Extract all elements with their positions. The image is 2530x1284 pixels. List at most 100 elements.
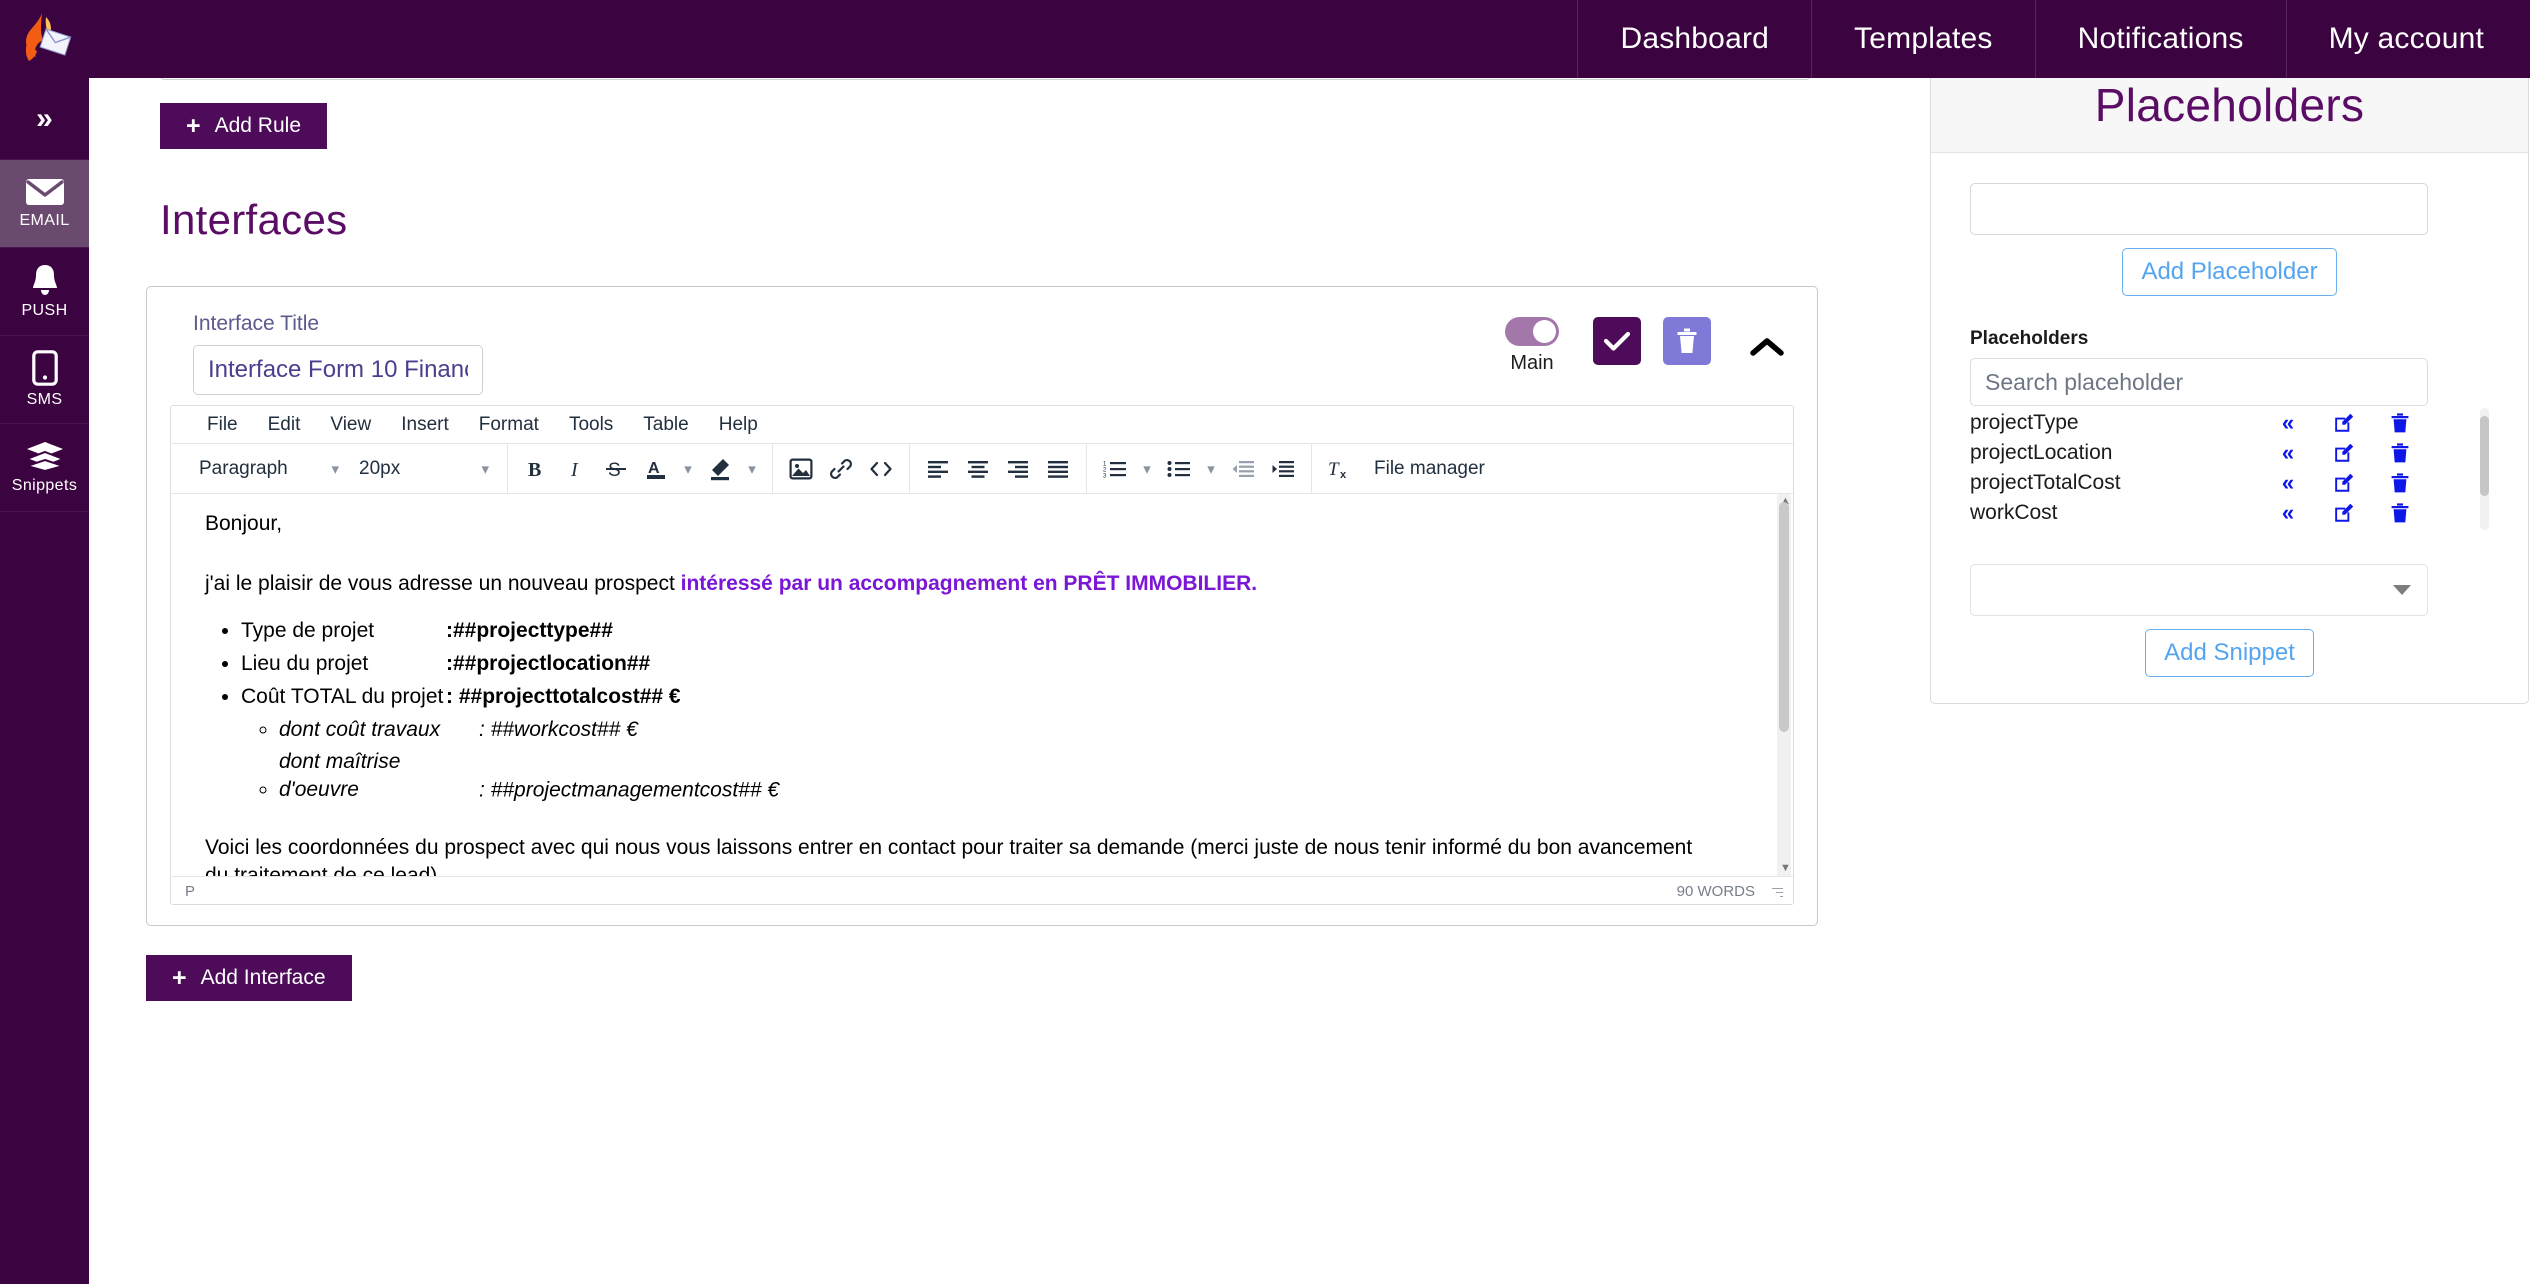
- file-manager-button[interactable]: File manager: [1360, 458, 1499, 480]
- placeholders-scrollbar[interactable]: [2480, 408, 2489, 530]
- double-chevron-left-icon[interactable]: «: [2260, 410, 2316, 436]
- editor-menubar: File Edit View Insert Format Tools Table…: [171, 406, 1793, 444]
- add-snippet-button[interactable]: Add Snippet: [2145, 629, 2314, 677]
- placeholders-scrollbar-thumb[interactable]: [2480, 416, 2489, 496]
- placeholder-row-actions: «: [2260, 410, 2428, 436]
- text-color-menu-toggle[interactable]: ▾: [676, 450, 700, 488]
- bold-button[interactable]: B: [516, 450, 556, 488]
- editor-project-sublist: dont coût travaux: ##workcost## € dont m…: [241, 716, 1759, 805]
- chevron-down-icon: ▾: [331, 460, 339, 478]
- menu-insert[interactable]: Insert: [401, 414, 449, 436]
- double-chevron-left-icon[interactable]: «: [2260, 470, 2316, 496]
- sidebar-item-sms[interactable]: SMS: [0, 336, 89, 424]
- nav-item-dashboard[interactable]: Dashboard: [1577, 0, 1811, 78]
- interface-card: Interface Title Main: [146, 286, 1818, 926]
- save-interface-button[interactable]: [1593, 317, 1641, 365]
- menu-file[interactable]: File: [207, 414, 238, 436]
- delete-interface-button[interactable]: [1663, 317, 1711, 365]
- bulleted-list-button[interactable]: [1159, 450, 1199, 488]
- decrease-indent-button[interactable]: [1223, 450, 1263, 488]
- nav-item-templates[interactable]: Templates: [1811, 0, 2035, 78]
- add-interface-label: Add Interface: [200, 966, 326, 989]
- font-size-select[interactable]: 20px ▾: [349, 452, 499, 486]
- mobile-icon: [31, 350, 58, 386]
- kv-sep: :: [446, 618, 453, 642]
- insert-image-button[interactable]: [781, 450, 821, 488]
- text-style-group: B I S: [508, 444, 772, 494]
- strikethrough-button[interactable]: S: [596, 450, 636, 488]
- menu-help[interactable]: Help: [719, 414, 758, 436]
- highlight-color-button[interactable]: [700, 450, 740, 488]
- collapse-interface-button[interactable]: [1743, 323, 1791, 371]
- italic-icon: I: [570, 459, 579, 480]
- sidebar-expand-toggle[interactable]: »: [0, 78, 89, 160]
- source-code-button[interactable]: [861, 450, 901, 488]
- trash-icon[interactable]: [2372, 473, 2428, 493]
- new-placeholder-input[interactable]: [1970, 183, 2428, 235]
- menu-view[interactable]: View: [330, 414, 371, 436]
- edit-square-icon[interactable]: [2316, 413, 2372, 433]
- block-format-select[interactable]: Paragraph ▾: [189, 452, 349, 486]
- editor-scrollbar[interactable]: ▲ ▼: [1777, 494, 1791, 876]
- increase-indent-icon: [1272, 460, 1294, 477]
- text-color-button[interactable]: A: [636, 450, 676, 488]
- menu-tools[interactable]: Tools: [569, 414, 613, 436]
- scroll-down-arrow-icon[interactable]: ▼: [1780, 861, 1791, 876]
- bulleted-list-menu-toggle[interactable]: ▾: [1199, 450, 1223, 488]
- editor-resize-grip[interactable]: [1769, 885, 1783, 899]
- font-size-value: 20px: [359, 457, 401, 479]
- menu-format[interactable]: Format: [479, 414, 539, 436]
- trash-icon[interactable]: [2372, 413, 2428, 433]
- align-center-button[interactable]: [958, 450, 998, 488]
- add-rule-button[interactable]: + Add Rule: [160, 103, 327, 149]
- editor-scrollbar-thumb[interactable]: [1779, 502, 1789, 732]
- italic-button[interactable]: I: [556, 450, 596, 488]
- edit-square-icon[interactable]: [2316, 473, 2372, 493]
- list-item: Lieu du projet:##projectlocation##: [241, 650, 1759, 678]
- editor-greeting: Bonjour,: [205, 512, 283, 535]
- kv-value: ##workcost## €: [490, 717, 638, 741]
- edit-square-icon[interactable]: [2316, 503, 2372, 523]
- placeholder-row-actions: «: [2260, 440, 2428, 466]
- numbered-list-button[interactable]: 1 2 3: [1095, 450, 1135, 488]
- numbered-list-menu-toggle[interactable]: ▾: [1135, 450, 1159, 488]
- interface-title-input[interactable]: [193, 345, 483, 395]
- insert-link-button[interactable]: [821, 450, 861, 488]
- add-interface-button[interactable]: + Add Interface: [146, 955, 352, 1001]
- search-placeholder-input[interactable]: [1970, 358, 2428, 406]
- highlight-color-menu-toggle[interactable]: ▾: [740, 450, 764, 488]
- nav-item-notifications[interactable]: Notifications: [2034, 0, 2286, 78]
- editor-element-path[interactable]: P: [185, 883, 195, 900]
- app-logo[interactable]: [0, 0, 89, 78]
- menu-table[interactable]: Table: [643, 414, 688, 436]
- snippet-select[interactable]: [1970, 564, 2428, 616]
- kv-value: ##projecttotalcost## €: [458, 685, 681, 709]
- main-toggle[interactable]: [1505, 317, 1559, 346]
- sidebar-item-snippets[interactable]: Snippets: [0, 424, 89, 512]
- clear-formatting-button[interactable]: T x: [1320, 450, 1360, 488]
- list-group: 1 2 3 ▾ ▾: [1087, 444, 1311, 494]
- trash-icon[interactable]: [2372, 443, 2428, 463]
- envelope-icon: [25, 179, 64, 205]
- nav-item-my-account[interactable]: My account: [2285, 0, 2530, 78]
- kv-key: dont maîtrise d'oeuvre: [279, 750, 401, 802]
- kv-key: Coût TOTAL du projet: [241, 685, 444, 709]
- insert-image-icon: [789, 457, 813, 479]
- align-right-icon: [1008, 460, 1028, 478]
- add-placeholder-button[interactable]: Add Placeholder: [2122, 248, 2337, 296]
- sidebar-item-email[interactable]: EMAIL: [0, 160, 89, 248]
- editor-content-area[interactable]: Bonjour, j'ai le plaisir de vous adresse…: [171, 494, 1793, 876]
- svg-text:I: I: [570, 459, 579, 480]
- double-chevron-left-icon[interactable]: «: [2260, 440, 2316, 466]
- increase-indent-button[interactable]: [1263, 450, 1303, 488]
- sidebar-item-push[interactable]: PUSH: [0, 248, 89, 336]
- align-left-button[interactable]: [918, 450, 958, 488]
- editor-project-list: Type de projet:##projecttype## Lieu du p…: [205, 617, 1759, 805]
- edit-square-icon[interactable]: [2316, 443, 2372, 463]
- placeholders-list-label: Placeholders: [1970, 328, 2089, 349]
- double-chevron-left-icon[interactable]: «: [2260, 500, 2316, 526]
- align-right-button[interactable]: [998, 450, 1038, 488]
- menu-edit[interactable]: Edit: [268, 414, 301, 436]
- align-justify-button[interactable]: [1038, 450, 1078, 488]
- trash-icon[interactable]: [2372, 503, 2428, 523]
